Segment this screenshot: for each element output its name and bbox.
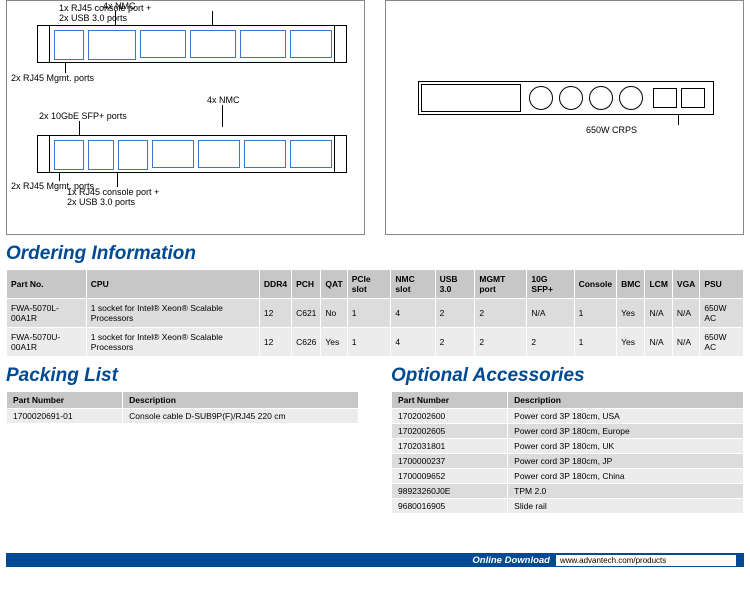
accessories-title: Optional Accessories (391, 365, 744, 387)
ordering-th: QAT (321, 270, 347, 299)
table-row: 1702002605Power cord 3P 180cm, Europe (392, 424, 744, 439)
ordering-th: NMC slot (391, 270, 435, 299)
packing-title: Packing List (6, 365, 359, 387)
download-bar: Online Download www.advantech.com/produc… (6, 553, 744, 567)
label-console-bottom: 1x RJ45 console port + 2x USB 3.0 ports (67, 187, 159, 207)
label-nmc-bottom: 4x NMC (207, 95, 240, 105)
ordering-th: VGA (672, 270, 699, 299)
ordering-title: Ordering Information (6, 243, 744, 265)
ordering-th: DDR4 (259, 270, 291, 299)
rack-unit-top (37, 25, 347, 63)
packing-table: Part Number Description 1700020691-01Con… (6, 391, 359, 424)
download-url: www.advantech.com/products (556, 555, 736, 566)
ordering-th: PCH (292, 270, 321, 299)
table-row: FWA-5070U-00A1R 1 socket for Intel® Xeon… (7, 328, 744, 357)
label-crps: 650W CRPS (586, 125, 637, 135)
table-row: 1700009652Power cord 3P 180cm, China (392, 469, 744, 484)
rack-rear (418, 81, 714, 115)
table-row: 1700000237Power cord 3P 180cm, JP (392, 454, 744, 469)
ordering-th: BMC (617, 270, 645, 299)
accessories-table: Part Number Description 1702002600Power … (391, 391, 744, 514)
ordering-th: CPU (86, 270, 259, 299)
label-mgmt-top: 2x RJ45 Mgmt. ports (11, 73, 94, 83)
table-row: 9680016905Slide rail (392, 499, 744, 514)
ordering-th: PCIe slot (347, 270, 391, 299)
table-row: 1702002600Power cord 3P 180cm, USA (392, 409, 744, 424)
rack-unit-bottom (37, 135, 347, 173)
rear-diagram-box: 650W CRPS (385, 0, 744, 235)
ordering-table: Part No. CPU DDR4 PCH QAT PCIe slot NMC … (6, 269, 744, 357)
download-label: Online Download (472, 555, 550, 566)
label-sfp: 2x 10GbE SFP+ ports (39, 111, 127, 121)
ordering-th: Part No. (7, 270, 87, 299)
label-console-top: 1x RJ45 console port + 2x USB 3.0 ports (59, 3, 151, 23)
ordering-th: Console (574, 270, 617, 299)
ordering-th: PSU (700, 270, 744, 299)
front-diagram-box: 4x NMC 1x RJ45 console port + 2x USB 3.0… (6, 0, 365, 235)
table-row: 1702031801Power cord 3P 180cm, UK (392, 439, 744, 454)
ordering-th: 10G SFP+ (527, 270, 574, 299)
ordering-th: USB 3.0 (435, 270, 475, 299)
ordering-th: LCM (645, 270, 672, 299)
table-row: 98923260J0ETPM 2.0 (392, 484, 744, 499)
ordering-th: MGMT port (475, 270, 527, 299)
table-row: FWA-5070L-00A1R 1 socket for Intel® Xeon… (7, 299, 744, 328)
table-row: 1700020691-01Console cable D-SUB9P(F)/RJ… (7, 409, 359, 424)
